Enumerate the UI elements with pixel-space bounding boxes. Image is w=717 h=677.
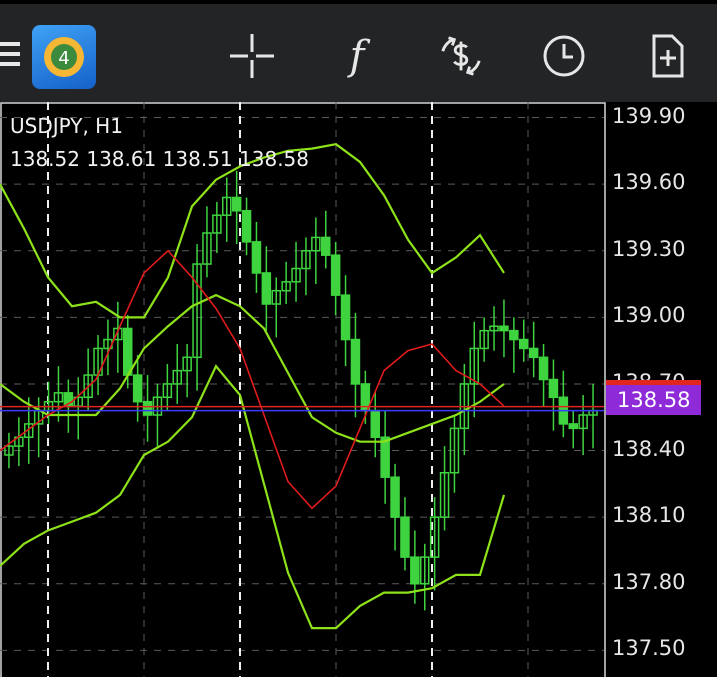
candle-body [142, 400, 153, 416]
candle-body [528, 347, 539, 359]
price-tick: 138.10 [612, 503, 686, 528]
indicators-icon[interactable]: f [333, 30, 381, 82]
crosshair-icon[interactable] [228, 30, 276, 82]
svg-text:4: 4 [58, 48, 69, 69]
candle-body [509, 329, 519, 341]
chart-ohlc: 138.52 138.61 138.51 138.58 [10, 147, 309, 171]
current-price-badge: 138.58 [606, 385, 701, 415]
candle-body [400, 516, 410, 558]
candle-body [261, 272, 272, 305]
app-logo-icon[interactable]: 4 [32, 25, 96, 89]
price-tick: 139.30 [612, 236, 686, 261]
menu-icon[interactable] [0, 42, 20, 72]
candle-body [350, 338, 361, 385]
candle-body [123, 327, 133, 376]
price-tick: 137.50 [612, 636, 686, 661]
candle-body [241, 210, 252, 243]
candle-body [499, 325, 509, 332]
trade-icon[interactable] [437, 30, 485, 82]
candle-body [340, 294, 351, 341]
price-tick: 139.90 [612, 103, 686, 128]
candle-body [538, 356, 549, 381]
candle-body [321, 236, 331, 256]
price-tick: 139.60 [612, 170, 686, 195]
candle-body [231, 196, 242, 212]
candle-body [390, 476, 400, 518]
price-tick: 138.40 [612, 436, 686, 461]
candle-body [410, 556, 420, 585]
candle-body [330, 254, 341, 296]
candle-body [568, 423, 578, 430]
candle-body [548, 378, 559, 399]
price-tick: 137.80 [612, 569, 686, 594]
candle-body [370, 409, 380, 438]
indicators-glyph: f [349, 33, 365, 79]
toolbar: 4 f [0, 0, 717, 102]
candle-body [380, 436, 390, 478]
candle-body [251, 241, 262, 274]
candle-body [132, 374, 143, 403]
chart-symbol: USDJPY, H1 [10, 114, 123, 138]
new-object-icon[interactable] [644, 30, 692, 82]
price-tick: 139.00 [612, 303, 686, 328]
timeframe-icon[interactable] [540, 30, 588, 82]
moving-average-line [0, 249, 505, 510]
candle-body [519, 338, 529, 350]
